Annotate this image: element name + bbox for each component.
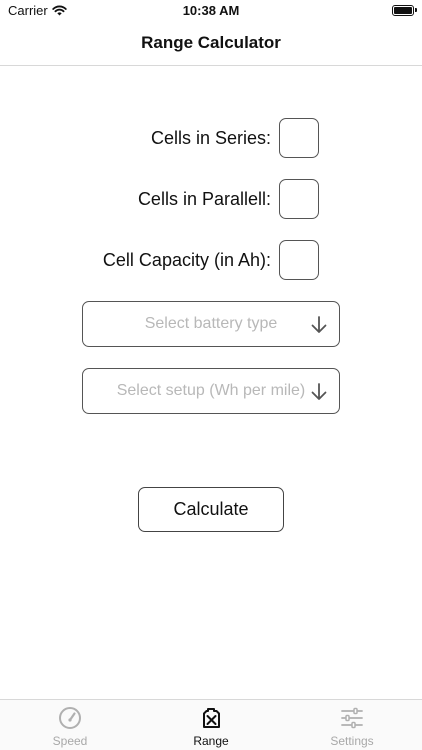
tab-settings-label: Settings [330, 734, 374, 748]
arrow-down-icon [311, 316, 327, 333]
tab-range-label: Range [193, 734, 229, 748]
speedometer-icon [59, 707, 81, 729]
cell-capacity-row: Cell Capacity (in Ah): [103, 239, 319, 281]
battery-type-placeholder: Select battery type [144, 315, 278, 332]
cell-capacity-label: Cell Capacity (in Ah): [102, 249, 271, 270]
cells-in-parallel-row: Cells in Parallell: [138, 178, 319, 220]
page-title: Range Calculator [141, 33, 281, 52]
cells-in-parallel-input[interactable] [279, 179, 319, 219]
tab-range[interactable]: Range [141, 700, 281, 750]
cell-capacity-input[interactable] [279, 240, 319, 280]
battery-icon [392, 5, 417, 16]
tab-speed-label: Speed [52, 734, 88, 748]
battery-type-select[interactable]: Select battery type [82, 301, 340, 347]
navigation-bar: Range Calculator [0, 24, 422, 66]
cells-in-parallel-label: Cells in Parallell: [137, 188, 271, 209]
battery-fill [394, 7, 412, 14]
status-time: 10:38 AM [182, 3, 240, 18]
setup-select[interactable]: Select setup (Wh per mile) [82, 368, 340, 414]
cells-in-series-input[interactable] [279, 118, 319, 158]
status-bar: Carrier 10:38 AM [0, 0, 422, 24]
tab-bar: Speed Range Settings [0, 699, 422, 750]
arrow-down-icon [311, 383, 327, 400]
calculate-button[interactable]: Calculate [138, 487, 284, 532]
cells-in-series-row: Cells in Series: [151, 117, 319, 159]
tab-settings[interactable]: Settings [282, 700, 422, 750]
tab-speed[interactable]: Speed [0, 700, 140, 750]
setup-placeholder: Select setup (Wh per mile) [116, 382, 306, 399]
sliders-icon [341, 707, 363, 729]
fuel-can-icon [203, 708, 220, 728]
cells-in-series-label: Cells in Series: [150, 127, 271, 148]
